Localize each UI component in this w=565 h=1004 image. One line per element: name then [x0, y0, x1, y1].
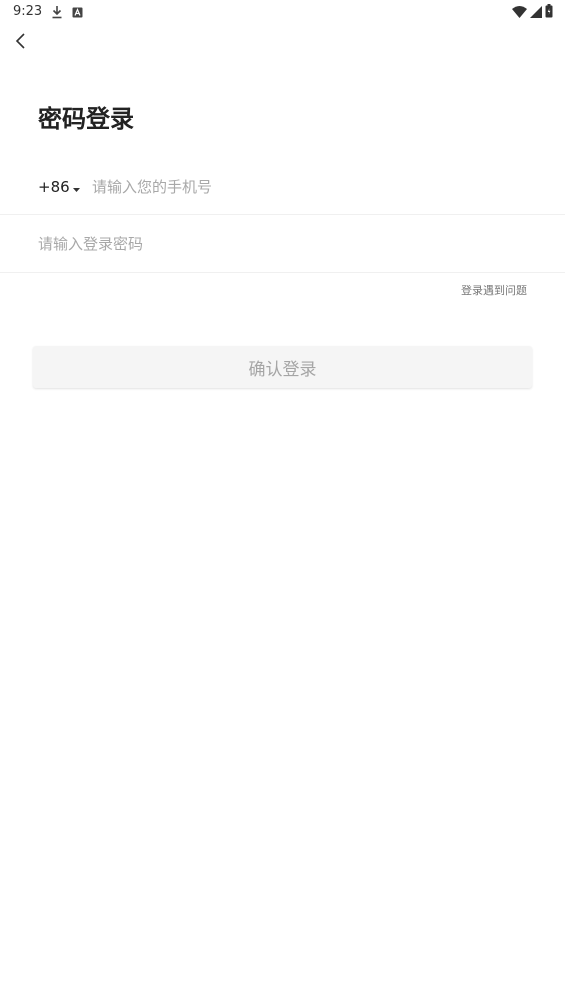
- signal-icon: [530, 3, 542, 22]
- status-time: 9:23: [13, 4, 43, 19]
- a-badge-icon: [70, 4, 84, 20]
- status-bar: 9:23: [0, 0, 565, 24]
- country-code-label: +86: [38, 178, 70, 196]
- login-screen: 9:23 密码登录 +86 请输入您的手机号 登录遇到问题 确认登录: [0, 0, 565, 1004]
- chevron-left-icon: [14, 31, 28, 55]
- confirm-login-button[interactable]: 确认登录: [33, 346, 532, 388]
- status-right-icons: [512, 3, 553, 22]
- password-input[interactable]: [36, 231, 530, 257]
- login-help-link[interactable]: 登录遇到问题: [461, 283, 527, 299]
- password-row: [0, 215, 565, 273]
- phone-row: +86: [0, 160, 565, 215]
- download-icon: [50, 4, 64, 20]
- page-title: 密码登录: [38, 105, 134, 133]
- wifi-icon: [512, 3, 527, 22]
- phone-input[interactable]: [90, 174, 524, 200]
- battery-icon: [545, 3, 553, 22]
- caret-down-icon: [72, 178, 80, 197]
- country-code-selector[interactable]: +86: [38, 177, 80, 197]
- back-button[interactable]: [8, 30, 34, 56]
